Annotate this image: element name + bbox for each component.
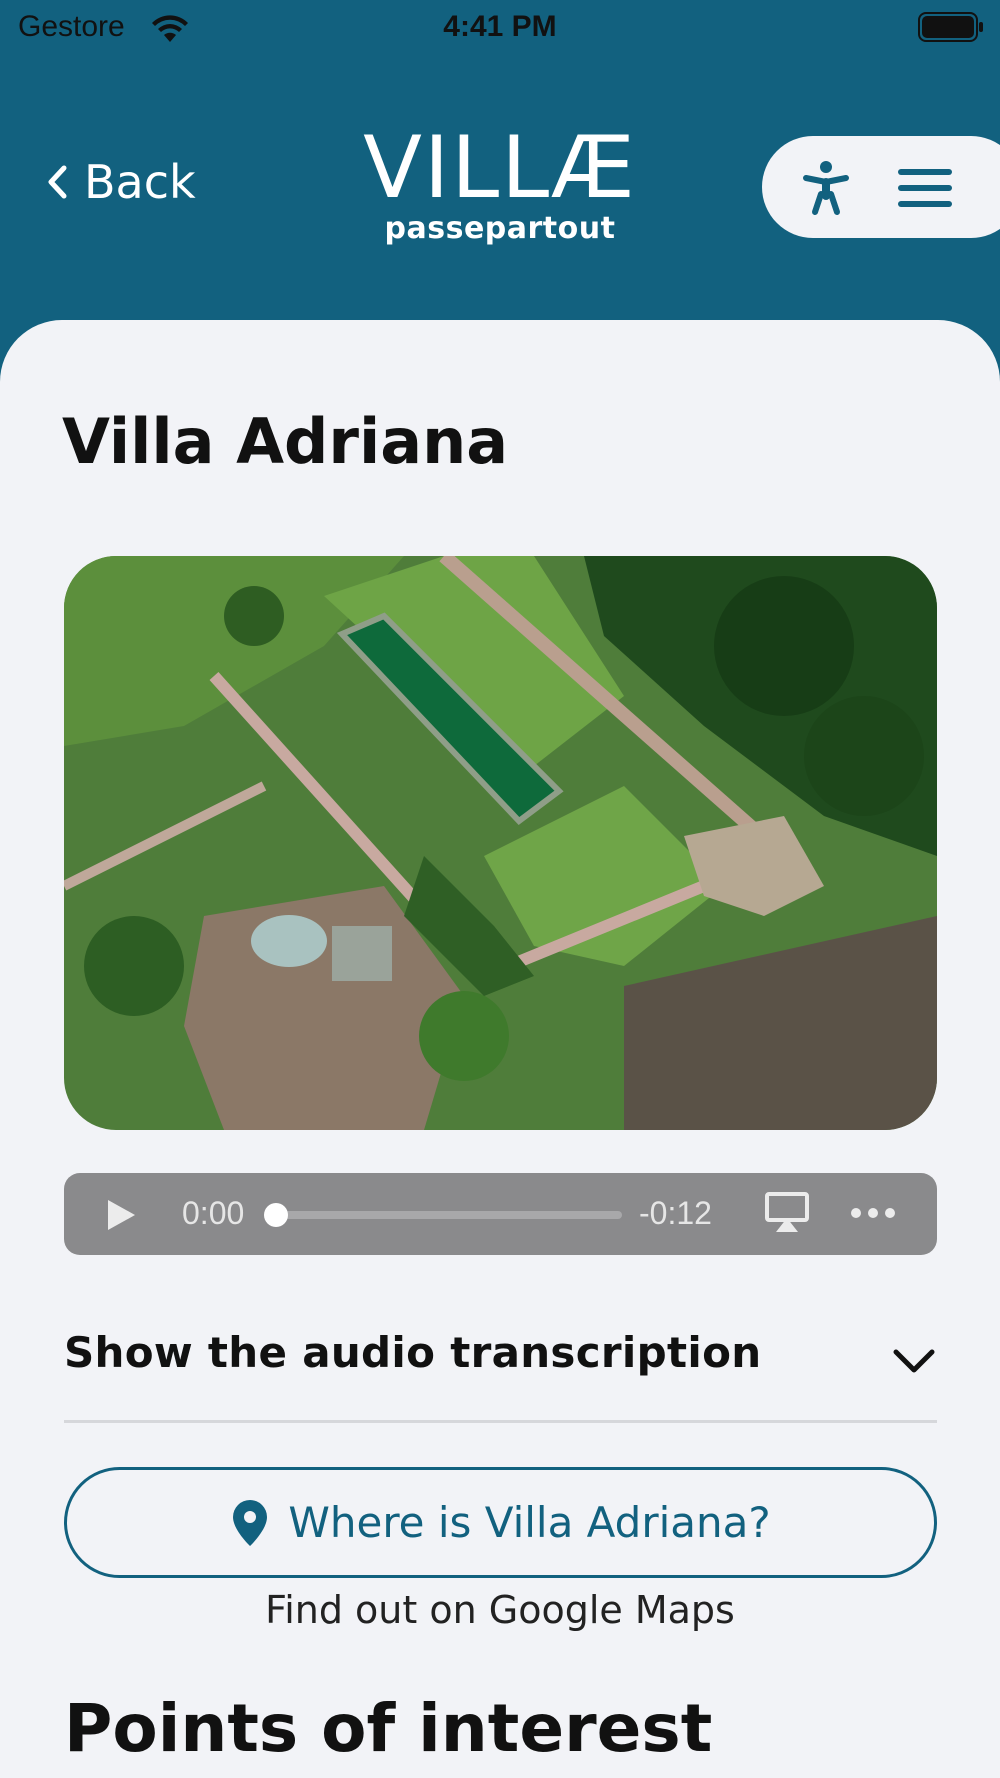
chevron-left-icon (48, 165, 67, 199)
airplay-icon[interactable] (764, 1191, 810, 1235)
page-title: Villa Adriana (62, 405, 509, 478)
logo-main-text: VILLÆ (363, 118, 637, 218)
status-bar: Gestore 4:41 PM (0, 0, 1000, 58)
header-actions-pill (762, 136, 1000, 238)
transcription-label: Show the audio transcription (64, 1328, 762, 1377)
hamburger-menu-icon[interactable] (896, 166, 954, 210)
progress-thumb[interactable] (264, 1203, 288, 1227)
battery-full-icon (918, 12, 983, 42)
map-button-label: Where is Villa Adriana? (288, 1498, 771, 1547)
accessibility-icon[interactable] (802, 160, 850, 216)
back-button[interactable]: Back (44, 152, 196, 212)
aerial-villa-image (64, 556, 937, 1130)
app-logo: VILLÆ passepartout (360, 120, 640, 246)
where-is-map-button[interactable]: Where is Villa Adriana? (64, 1467, 937, 1578)
current-time: 0:00 (182, 1195, 245, 1231)
back-label: Back (84, 155, 196, 209)
progress-track[interactable] (270, 1211, 622, 1219)
audio-player: 0:00 -0:12 (64, 1173, 937, 1255)
status-time: 4:41 PM (443, 10, 557, 43)
divider (64, 1420, 937, 1423)
remaining-time: -0:12 (639, 1195, 712, 1231)
play-icon[interactable] (104, 1197, 138, 1233)
logo-sub-text: passepartout (384, 211, 616, 246)
more-options-icon[interactable] (850, 1205, 896, 1221)
map-pin-icon (233, 1499, 268, 1546)
map-caption: Find out on Google Maps (265, 1588, 735, 1632)
chevron-down-icon (893, 1349, 935, 1373)
hero-image (64, 556, 937, 1130)
section-title-points-of-interest: Points of interest (64, 1690, 713, 1767)
transcription-toggle[interactable]: Show the audio transcription (64, 1320, 937, 1422)
